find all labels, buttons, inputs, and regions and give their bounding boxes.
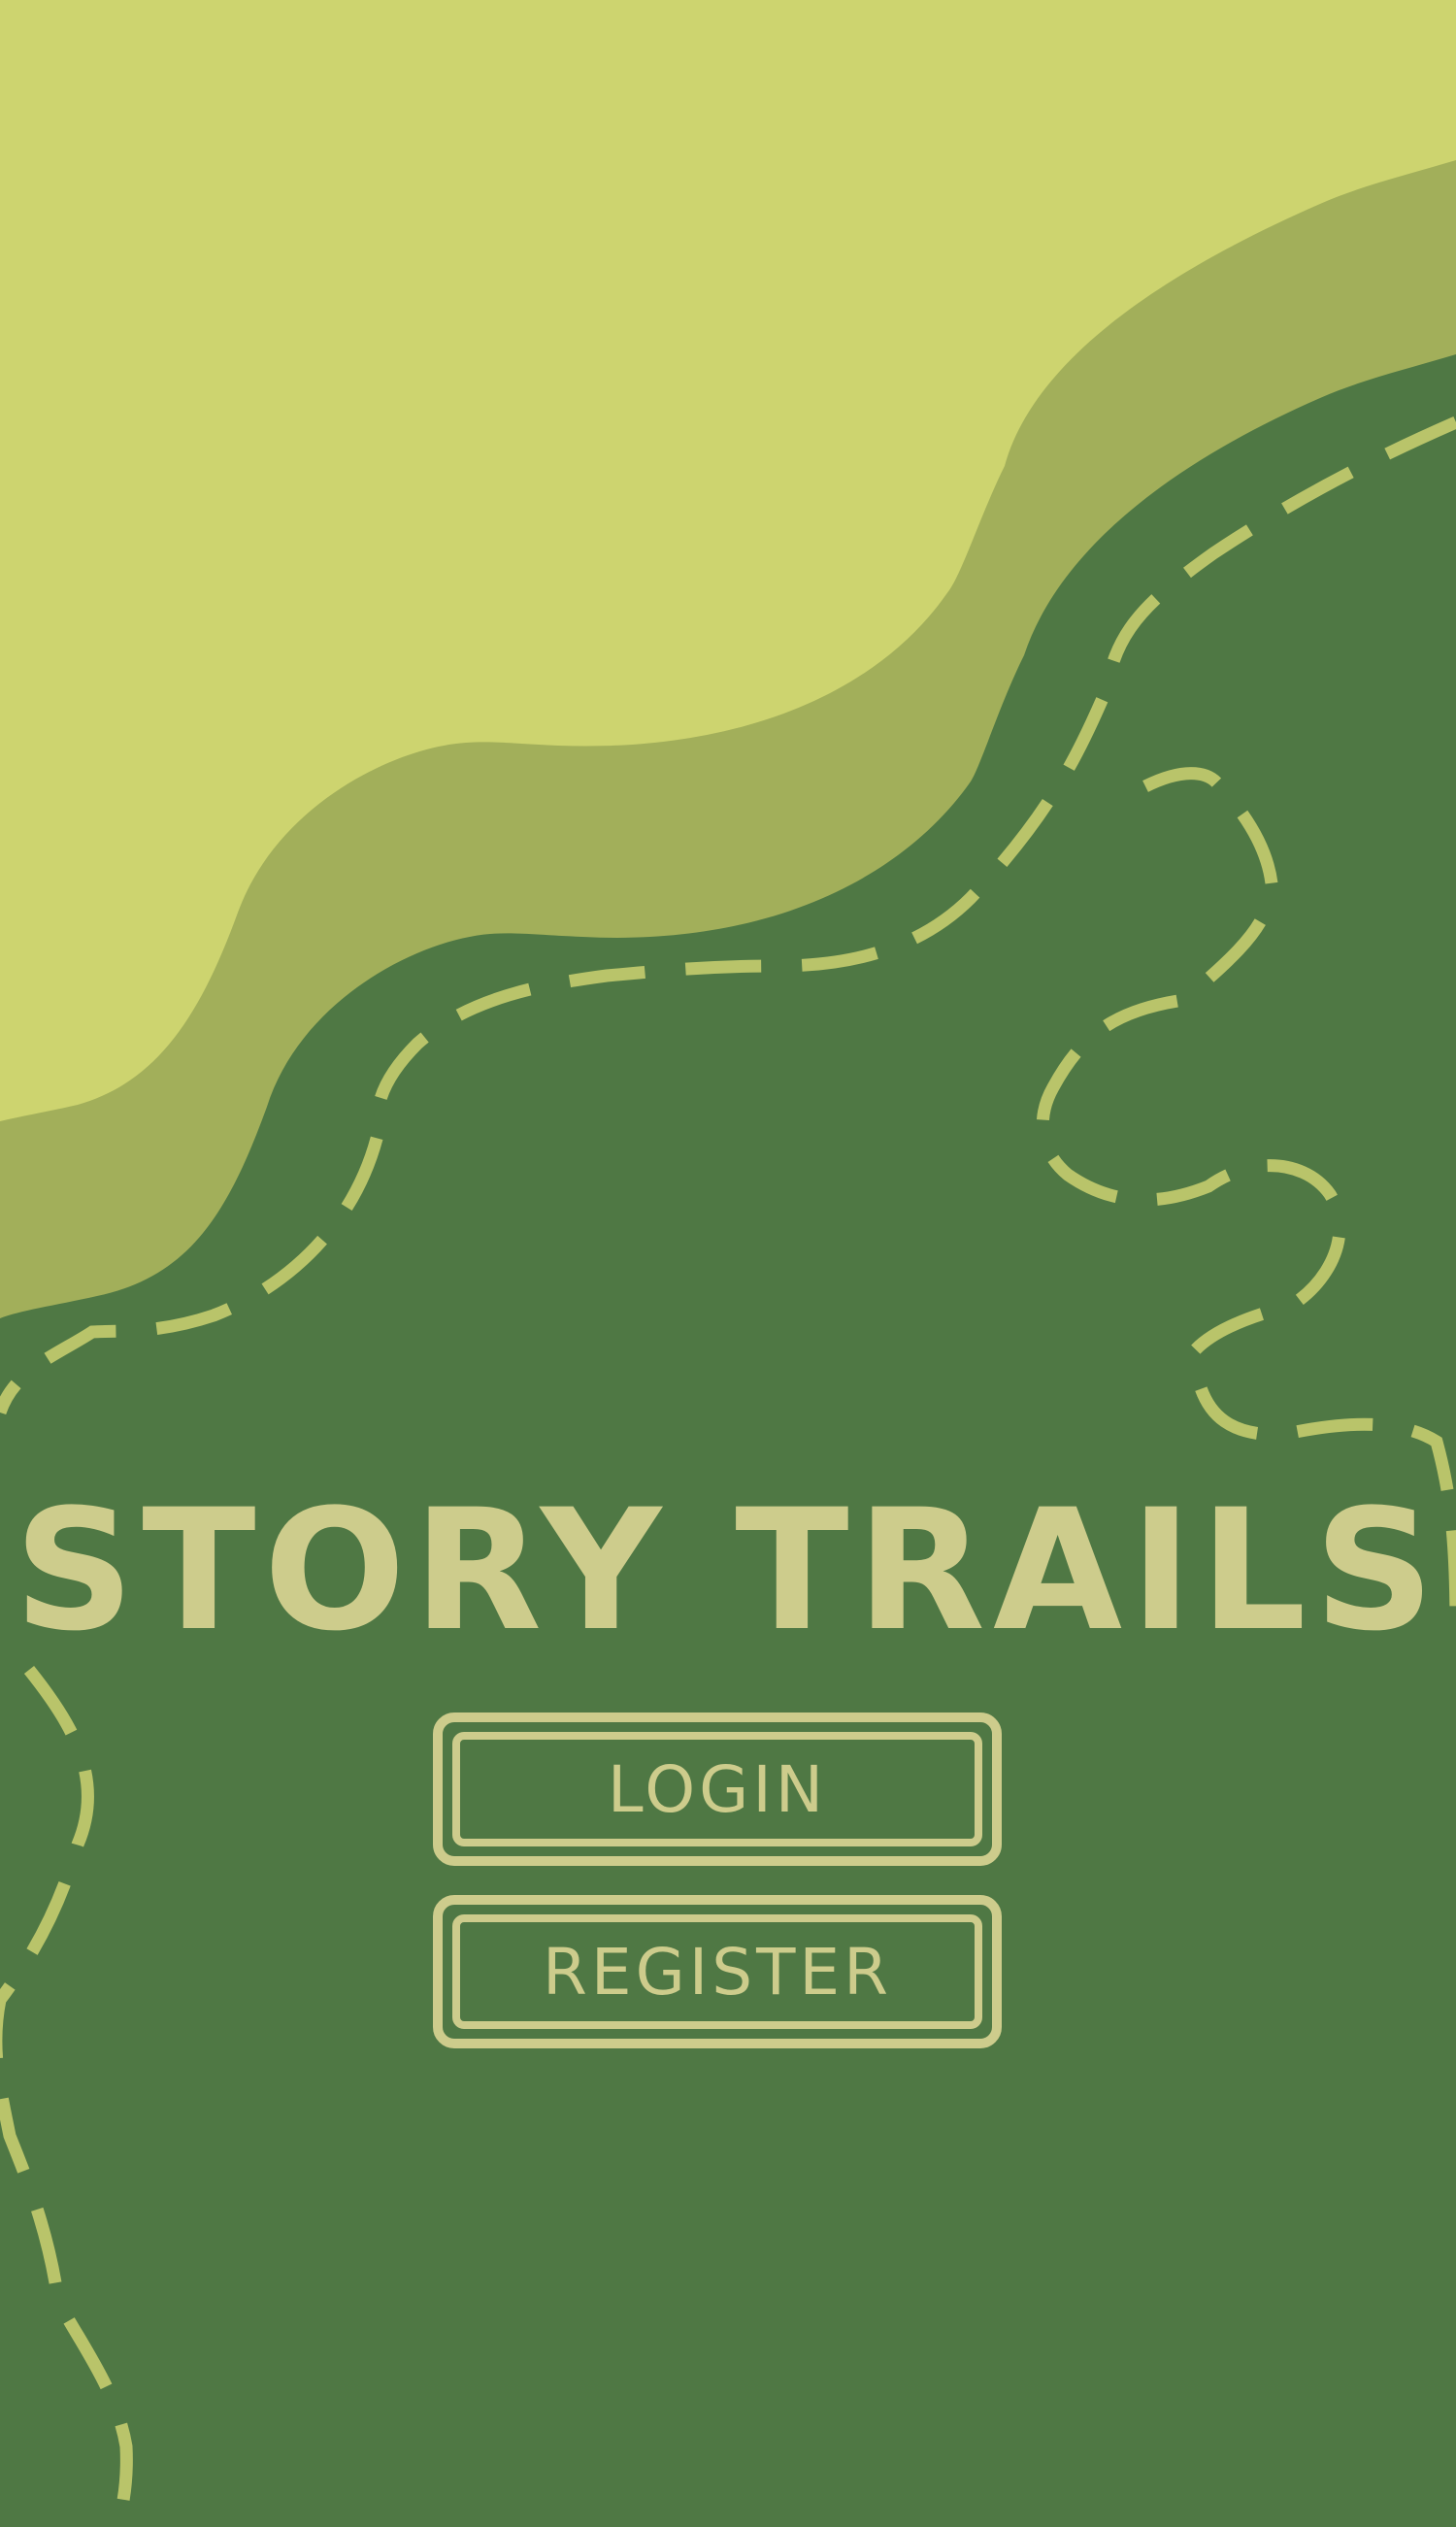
login-button-label: LOGIN (607, 1751, 828, 1827)
background-illustration (0, 0, 1456, 2527)
register-button[interactable]: REGISTER (433, 1895, 1002, 2048)
app-title: STORY TRAILS (14, 1473, 1442, 1668)
login-button[interactable]: LOGIN (433, 1712, 1002, 1866)
trail-left (0, 1665, 133, 2527)
register-button-label: REGISTER (543, 1934, 892, 2010)
